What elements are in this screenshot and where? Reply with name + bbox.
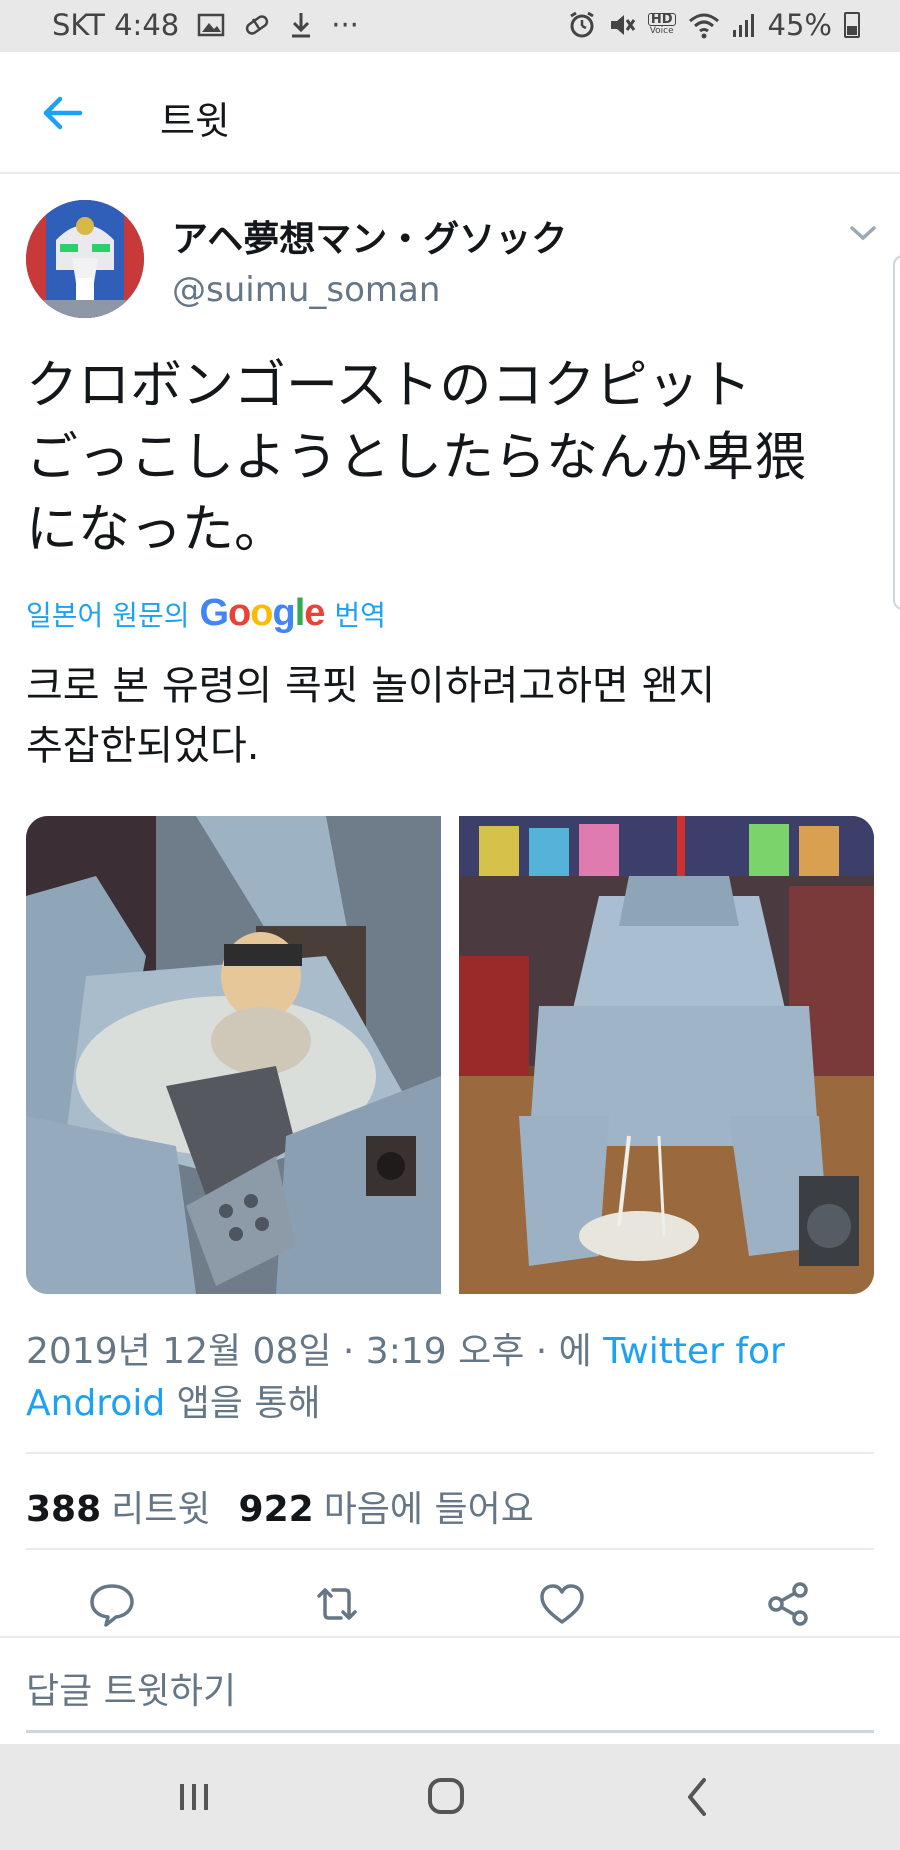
recents-icon[interactable] (164, 1774, 224, 1820)
tweet-text-line: ごっこしようとしたらなんか卑猥 (26, 428, 807, 488)
reply-input[interactable]: 답글 트윗하기 (26, 1662, 236, 1714)
retweets-label: 리트윗 (111, 1489, 211, 1530)
mute-icon (610, 15, 636, 35)
status-bar: SKT 4:48 ··· HD Voice 45% (0, 0, 900, 52)
translated-text: 크로 본 유령의 콕핏 놀이하려고하면 왠지 추잡한되었다. (26, 656, 866, 776)
user-handle[interactable]: @suimu_soman (172, 270, 440, 310)
system-navigation-bar (0, 1744, 900, 1850)
translated-line: 추잡한되었다. (26, 723, 260, 769)
alarm-icon (570, 11, 594, 38)
chevron-down-icon[interactable] (846, 220, 880, 246)
tweet-photo-1[interactable] (26, 816, 441, 1294)
pill-notification-icon (246, 15, 269, 35)
tweet-actions (0, 1578, 900, 1630)
reply-composer[interactable]: 답글 트윗하기 (0, 1636, 900, 1733)
translate-prefix: 일본어 원문의 (26, 598, 190, 632)
nav-back-icon[interactable] (668, 1774, 728, 1820)
tweet-stats: 388 리트윗 922 마음에 들어요 (26, 1480, 534, 1532)
signal-icon (732, 14, 754, 37)
battery-percent: 45% (767, 8, 832, 42)
retweets-stat[interactable]: 388 리트윗 (26, 1480, 211, 1532)
translated-line: 크로 본 유령의 콕핏 놀이하려고하면 왠지 (26, 663, 716, 709)
speech-bubble-icon[interactable] (86, 1578, 138, 1630)
side-panel-edge (893, 255, 900, 610)
download-icon (292, 13, 311, 38)
carrier-time: SKT 4:48 (52, 8, 180, 42)
display-name[interactable]: アヘ夢想マン・グソック (172, 210, 567, 262)
timestamp-text: 2019년 12월 08일 · 3:19 오후 · 에 (26, 1331, 592, 1372)
timestamp-suffix: 앱을 통해 (176, 1383, 321, 1424)
divider (26, 1548, 874, 1550)
likes-stat[interactable]: 922 마음에 들어요 (239, 1480, 534, 1532)
share-icon[interactable] (762, 1578, 814, 1630)
overflow-dots: ··· (331, 8, 359, 42)
reply-input-underline (26, 1730, 874, 1733)
tweet-text-line: になった。 (26, 500, 287, 560)
tweet-text-line: クロボンゴーストのコクピット (26, 356, 752, 416)
retweets-count: 388 (26, 1489, 102, 1530)
translate-link[interactable]: 일본어 원문의 Google 번역 (26, 592, 386, 635)
likes-count: 922 (238, 1489, 314, 1530)
translate-suffix: 번역 (334, 598, 386, 632)
tweet-photo-2[interactable] (459, 816, 874, 1294)
likes-label: 마음에 들어요 (323, 1489, 534, 1530)
top-app-bar: 트윗 (0, 52, 900, 174)
wifi-icon (688, 13, 719, 39)
tweet-timestamp: 2019년 12월 08일 · 3:19 오후 · 에 Twitter for … (26, 1326, 874, 1430)
google-logo: Google (199, 592, 325, 634)
avatar[interactable] (26, 200, 144, 318)
battery-icon (844, 12, 860, 38)
hd-voice-badge: HD Voice (647, 12, 676, 36)
retweet-icon[interactable] (311, 1578, 363, 1630)
tweet-text: クロボンゴーストのコクピット ごっこしようとしたらなんか卑猥 になった。 (26, 350, 866, 566)
home-icon[interactable] (416, 1774, 476, 1820)
heart-icon[interactable] (536, 1578, 588, 1630)
divider (26, 1452, 874, 1454)
arrow-left-icon[interactable] (40, 90, 86, 136)
gallery-notification-icon (197, 13, 225, 37)
page-title: 트윗 (160, 99, 230, 143)
